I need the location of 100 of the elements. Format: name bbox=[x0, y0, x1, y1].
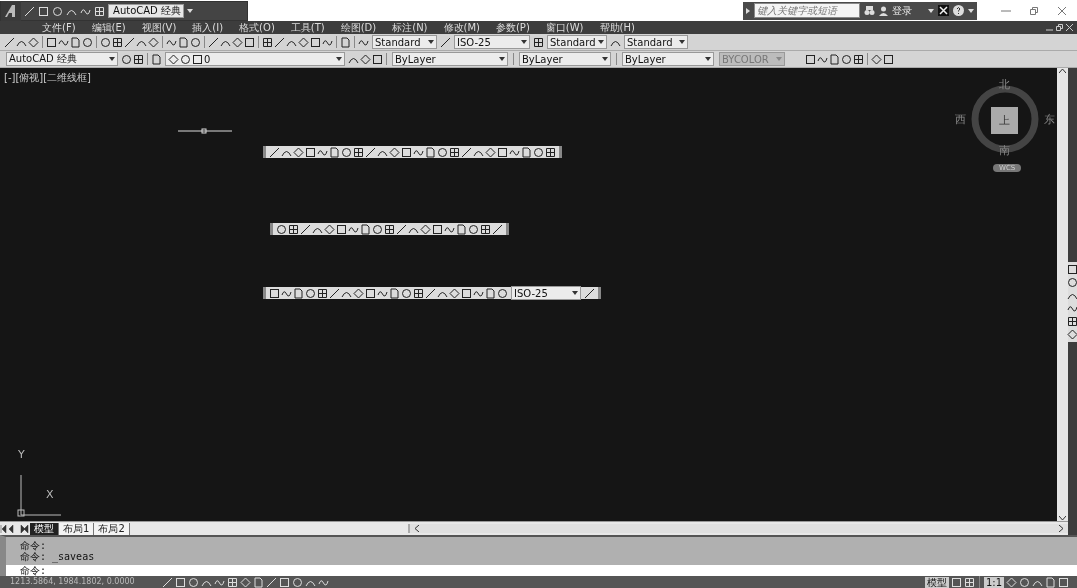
square-icon[interactable] bbox=[336, 223, 347, 235]
page-icon[interactable] bbox=[360, 223, 371, 235]
line-icon[interactable] bbox=[300, 223, 311, 235]
page-icon[interactable] bbox=[70, 36, 81, 48]
circle-icon[interactable] bbox=[82, 36, 93, 48]
square-icon[interactable] bbox=[461, 287, 472, 299]
line-icon[interactable] bbox=[461, 146, 472, 158]
page-icon[interactable] bbox=[829, 53, 840, 65]
viewcube-face[interactable]: 上 bbox=[991, 107, 1018, 134]
square-icon[interactable] bbox=[192, 53, 203, 65]
layout-tab[interactable]: 模型 bbox=[30, 522, 59, 535]
circle-icon[interactable] bbox=[841, 53, 852, 65]
line-icon[interactable] bbox=[365, 146, 376, 158]
page-icon[interactable] bbox=[329, 146, 340, 158]
caret-icon[interactable] bbox=[602, 57, 608, 61]
diamond-icon[interactable] bbox=[168, 53, 179, 65]
text-style-dropdown[interactable]: Standard bbox=[372, 35, 437, 49]
caret-icon[interactable] bbox=[679, 40, 685, 44]
grid-icon[interactable] bbox=[133, 53, 144, 65]
sign-in-link[interactable]: 登录 bbox=[892, 3, 912, 18]
annotation-scale-button[interactable]: 1:1 bbox=[983, 576, 1004, 588]
square-icon[interactable] bbox=[372, 53, 383, 65]
layout-tab[interactable]: 布局1 bbox=[59, 522, 95, 535]
dimension-style-dropdown[interactable]: ISO-25 bbox=[454, 35, 530, 49]
line-icon[interactable] bbox=[4, 36, 15, 48]
app-menu-button[interactable] bbox=[1, 1, 21, 21]
menu-item[interactable]: 帮助(H) bbox=[591, 21, 643, 34]
circle-icon[interactable] bbox=[437, 146, 448, 158]
line-icon[interactable] bbox=[396, 223, 407, 235]
square-icon[interactable] bbox=[269, 287, 280, 299]
caret-icon[interactable] bbox=[572, 291, 578, 295]
square-icon[interactable] bbox=[401, 146, 412, 158]
linetype-dropdown[interactable]: ByLayer bbox=[519, 52, 611, 66]
line-icon[interactable] bbox=[124, 36, 135, 48]
circle-icon[interactable] bbox=[401, 287, 412, 299]
restore-icon[interactable] bbox=[1029, 5, 1039, 16]
circle-icon[interactable] bbox=[372, 223, 383, 235]
tab-navigation-icon[interactable] bbox=[0, 524, 30, 533]
restore-icon[interactable] bbox=[1056, 24, 1063, 31]
circle-icon[interactable] bbox=[100, 36, 111, 48]
dimension-style-dropdown[interactable]: ISO-25 bbox=[511, 286, 581, 300]
color-dropdown[interactable]: ByLayer bbox=[392, 52, 508, 66]
layout-tab[interactable]: 布局2 bbox=[94, 522, 130, 535]
circle-icon[interactable] bbox=[276, 223, 287, 235]
caret-icon[interactable] bbox=[705, 57, 711, 61]
line-icon[interactable] bbox=[269, 146, 280, 158]
page-icon[interactable] bbox=[178, 36, 189, 48]
grid-icon[interactable] bbox=[112, 36, 123, 48]
page-icon[interactable] bbox=[293, 287, 304, 299]
lineweight-dropdown[interactable]: ByLayer bbox=[622, 52, 714, 66]
circle-icon[interactable] bbox=[468, 223, 479, 235]
horizontal-scrollbar[interactable] bbox=[408, 524, 1068, 533]
close-icon[interactable] bbox=[1066, 24, 1073, 31]
grid-icon[interactable] bbox=[1067, 315, 1077, 327]
square-icon[interactable] bbox=[805, 53, 816, 65]
caret-icon[interactable] bbox=[521, 40, 527, 44]
grid-icon[interactable] bbox=[288, 223, 299, 235]
menu-item[interactable]: 绘图(D) bbox=[332, 21, 385, 34]
square-icon[interactable] bbox=[310, 36, 321, 48]
grid-icon[interactable] bbox=[480, 223, 491, 235]
circle-icon[interactable] bbox=[497, 287, 508, 299]
user-icon[interactable] bbox=[879, 5, 888, 16]
square-icon[interactable] bbox=[305, 146, 316, 158]
square-icon[interactable] bbox=[883, 53, 894, 65]
vertical-scrollbar[interactable] bbox=[1057, 68, 1068, 521]
menu-item[interactable]: 视图(V) bbox=[133, 21, 185, 34]
line-icon[interactable] bbox=[425, 287, 436, 299]
close-icon[interactable] bbox=[1057, 5, 1067, 16]
square-icon[interactable] bbox=[46, 36, 57, 48]
page-icon[interactable] bbox=[151, 53, 162, 65]
line-icon[interactable] bbox=[492, 223, 503, 235]
grid-icon[interactable] bbox=[449, 146, 460, 158]
grid-icon[interactable] bbox=[384, 223, 395, 235]
caret-icon[interactable] bbox=[109, 57, 115, 61]
east-label[interactable]: 东 bbox=[1044, 112, 1055, 127]
circle-icon[interactable] bbox=[341, 146, 352, 158]
square-icon[interactable] bbox=[1067, 263, 1077, 275]
circle-icon[interactable] bbox=[180, 53, 191, 65]
grid-icon[interactable] bbox=[353, 146, 364, 158]
square-icon[interactable] bbox=[432, 223, 443, 235]
square-icon[interactable] bbox=[365, 287, 376, 299]
menu-item[interactable]: 格式(O) bbox=[231, 21, 283, 34]
circle-icon[interactable] bbox=[190, 36, 201, 48]
page-icon[interactable] bbox=[340, 36, 351, 48]
menu-item[interactable]: 工具(T) bbox=[282, 21, 333, 34]
menu-item[interactable]: 参数(P) bbox=[487, 21, 538, 34]
multileader-style-dropdown[interactable]: Standard bbox=[624, 35, 688, 49]
grid-icon[interactable] bbox=[262, 36, 273, 48]
line-icon[interactable] bbox=[584, 287, 595, 299]
menu-item[interactable]: 文件(F) bbox=[34, 21, 84, 34]
drawn-line[interactable] bbox=[178, 128, 232, 134]
help-icon[interactable] bbox=[953, 5, 964, 16]
circle-icon[interactable] bbox=[533, 146, 544, 158]
expand-icon[interactable] bbox=[746, 7, 750, 14]
circle-icon[interactable] bbox=[305, 287, 316, 299]
line-icon[interactable] bbox=[274, 36, 285, 48]
page-icon[interactable] bbox=[521, 146, 532, 158]
page-icon[interactable] bbox=[389, 287, 400, 299]
table-style-dropdown[interactable]: Standard bbox=[547, 35, 607, 49]
menu-item[interactable]: 窗口(W) bbox=[537, 21, 592, 34]
